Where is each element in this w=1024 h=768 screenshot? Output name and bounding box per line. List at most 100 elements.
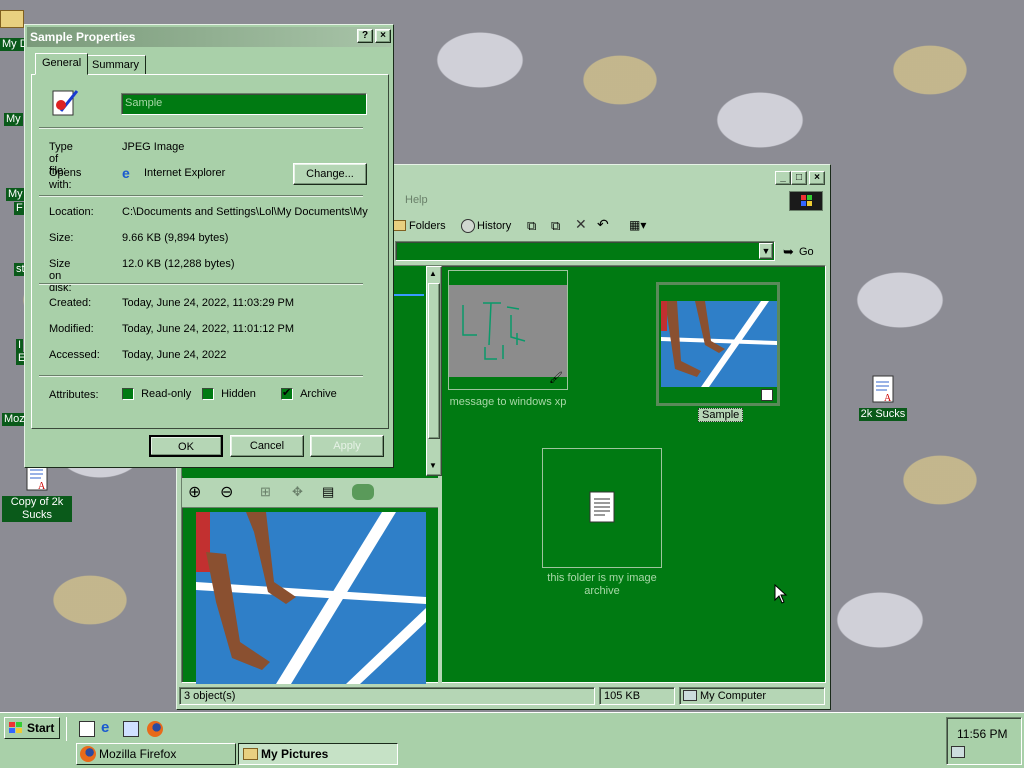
help-button[interactable]: ? (357, 29, 373, 43)
best-fit-icon[interactable]: ⊞ (260, 484, 271, 500)
tab-summary[interactable]: Summary (85, 55, 147, 75)
menu-help[interactable]: Help (405, 194, 428, 206)
file-name-input[interactable]: Sample (121, 93, 367, 115)
print-icon[interactable] (352, 484, 374, 500)
attributes-label: Attributes: (49, 389, 99, 401)
actual-size-icon[interactable]: ✥ (292, 484, 303, 500)
thumbnail-sample[interactable] (656, 282, 780, 406)
show-desktop-icon[interactable] (79, 721, 95, 737)
modified-label: Modified: (49, 323, 94, 335)
opens-value: Internet Explorer (144, 167, 226, 179)
ok-button[interactable]: OK (149, 435, 223, 457)
accessed-value: Today, June 24, 2022 (122, 349, 227, 361)
close-button[interactable]: × (809, 171, 825, 185)
size-label: Size: (49, 232, 74, 244)
separator (39, 375, 363, 377)
desktop-icon-partial-1[interactable] (0, 4, 24, 38)
status-zone-label: My Computer (700, 690, 767, 702)
slideshow-icon[interactable]: ▤ (322, 484, 334, 500)
vertical-scrollbar[interactable]: ▲ ▼ (426, 266, 442, 476)
readonly-checkbox[interactable]: Read-only (122, 388, 192, 401)
delete-icon[interactable]: ✕ (575, 216, 591, 232)
properties-dialog: Sample Properties ? × General Summary Sa… (24, 24, 394, 468)
scroll-up-arrow-icon[interactable]: ▲ (429, 269, 437, 278)
go-arrow-icon: ➥ (783, 244, 794, 259)
modified-value: Today, June 24, 2022, 11:01:12 PM (122, 323, 295, 335)
created-value: Today, June 24, 2022, 11:03:29 PM (122, 297, 295, 309)
archive-checkbox[interactable]: Archive (281, 386, 337, 401)
internet-explorer-icon: e (122, 165, 130, 181)
zoom-out-icon[interactable]: ⊖ (220, 482, 233, 502)
start-label: Start (27, 721, 55, 735)
undo-icon[interactable]: ↶ (597, 216, 613, 232)
go-label: Go (799, 246, 814, 258)
status-zone: My Computer (679, 687, 825, 705)
change-button[interactable]: Change... (293, 163, 367, 185)
location-label: Location: (49, 206, 94, 218)
item-label-selected: Sample (698, 408, 744, 422)
folders-label: Folders (409, 220, 446, 232)
scroll-thumb[interactable] (428, 283, 440, 439)
quick-launch: e (66, 717, 166, 741)
dialog-close-button[interactable]: × (375, 29, 391, 43)
tab-general[interactable]: General (35, 53, 89, 75)
scroll-down-arrow-icon[interactable]: ▼ (429, 461, 437, 470)
separator (39, 283, 363, 285)
thumbnail-message-to-windows-xp[interactable]: 🖌 (448, 270, 568, 390)
task-button-my-pictures[interactable]: My Pictures (238, 743, 398, 765)
hidden-label: Hidden (221, 388, 256, 400)
windows-logo-icon (789, 191, 823, 211)
internet-explorer-icon[interactable]: e (101, 719, 109, 736)
address-dropdown-button[interactable]: ▼ (759, 243, 773, 259)
desktop-icon-copy-of-2k-sucks[interactable]: A Copy of 2k Sucks (2, 462, 72, 522)
hidden-checkbox-box[interactable] (202, 388, 214, 401)
folder-icon (0, 10, 24, 28)
go-button[interactable]: ➥ Go (783, 243, 814, 261)
move-to-icon[interactable]: ⧉ (527, 218, 543, 234)
windows-logo-icon (8, 721, 24, 735)
readonly-label: Read-only (141, 388, 192, 400)
location-value: C:\Documents and Settings\Lol\My Documen… (122, 206, 368, 218)
paint-icon: 🖌 (549, 372, 563, 384)
firefox-icon[interactable] (147, 721, 163, 737)
desktop-icon-2k-sucks[interactable]: A 2k Sucks (848, 374, 918, 421)
readonly-checkbox-box[interactable] (122, 388, 134, 401)
folders-icon (393, 220, 406, 231)
firefox-icon (80, 746, 96, 762)
thumbnail-text-file[interactable] (542, 448, 662, 568)
created-label: Created: (49, 297, 92, 309)
copy-to-icon[interactable]: ⧉ (551, 218, 567, 234)
separator (39, 127, 363, 129)
clock[interactable]: 11:56 PM (957, 727, 1007, 741)
thumbnail-image (661, 301, 777, 387)
task-button-firefox[interactable]: Mozilla Firefox (76, 743, 236, 765)
minimize-button[interactable]: _ (775, 171, 791, 185)
file-type-icon (49, 87, 81, 119)
start-button[interactable]: Start (4, 717, 60, 739)
status-bar: 3 object(s) 105 KB My Computer (179, 685, 828, 707)
views-icon[interactable]: ▦▾ (629, 218, 653, 234)
taskbar: Start e Mozilla Firefox My Pictures 11:5… (0, 712, 1024, 768)
thumbnail-image (449, 285, 567, 377)
folders-button[interactable]: Folders (391, 217, 446, 235)
status-objects: 3 object(s) (179, 687, 595, 705)
desktop-icon-label: I (16, 339, 24, 352)
size-on-disk-value: 12.0 KB (12,288 bytes) (122, 258, 235, 270)
my-computer-icon (683, 690, 697, 701)
hidden-checkbox[interactable]: Hidden (202, 388, 256, 401)
separator (39, 195, 363, 197)
outlook-express-icon[interactable] (123, 721, 139, 737)
cancel-button[interactable]: Cancel (230, 435, 304, 457)
address-input[interactable] (395, 241, 775, 261)
apply-button[interactable]: Apply (310, 435, 384, 457)
history-button[interactable]: History (459, 217, 511, 235)
accessed-label: Accessed: (49, 349, 100, 361)
preview-toolbar: ⊕ ⊖ ⊞ ✥ ▤ (182, 478, 438, 508)
zoom-in-icon[interactable]: ⊕ (188, 482, 201, 502)
maximize-button[interactable]: □ (791, 171, 807, 185)
safely-remove-hardware-icon[interactable] (951, 746, 965, 758)
svg-text:A: A (884, 393, 892, 404)
status-size: 105 KB (599, 687, 675, 705)
archive-checkbox-box[interactable] (281, 386, 293, 401)
item-label: message to windows xp (449, 396, 567, 408)
